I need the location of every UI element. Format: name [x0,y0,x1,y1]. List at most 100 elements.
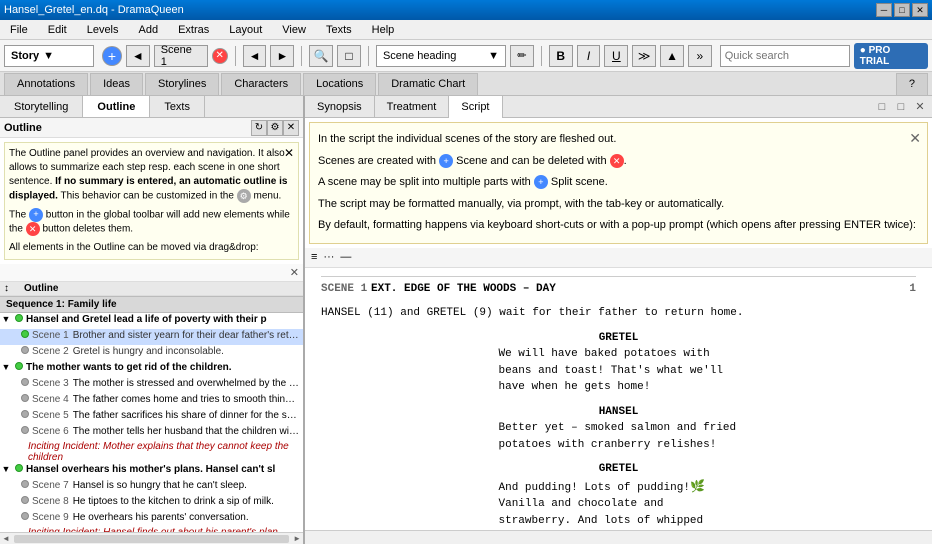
format-icon-dots[interactable]: ··· [323,251,334,263]
tab-storytelling[interactable]: Storytelling [0,96,83,117]
outline-col-headers: ↕ Outline [0,282,303,296]
scene-1-row[interactable]: Scene 1 Brother and sister yearn for the… [0,329,303,345]
scene-close-btn[interactable]: ✕ [212,48,228,64]
scroll-right-arrow[interactable]: ► [293,534,301,543]
tab-outline[interactable]: Outline [83,96,150,117]
right-panel: Synopsis Treatment Script □ □ ✕ ✕ In the… [305,96,932,544]
sequence-1-header: Sequence 1: Family life [0,296,303,313]
format-underline-btn[interactable]: U [604,45,628,67]
panel-expand-btn[interactable]: □ [893,99,909,115]
right-tab-treatment[interactable]: Treatment [375,96,450,118]
outline-refresh-btn[interactable]: ↻ [251,120,267,136]
tab-characters[interactable]: Characters [221,73,301,95]
tab-dramatic-chart[interactable]: Dramatic Chart [378,73,478,95]
tab-annotations[interactable]: Annotations [4,73,88,95]
info-close[interactable]: ✕ [284,145,294,162]
format-more-btn[interactable]: ≫ [632,45,656,67]
format-icon-list[interactable]: ≡ [311,251,317,263]
scene-2-label: Gretel is hungry and inconsolable. [73,346,303,357]
menu-add[interactable]: Add [133,22,165,38]
scene-4-row[interactable]: Scene 4 The father comes home and tries … [0,393,303,409]
scene-2-num: Scene 2 [32,346,69,357]
add-button[interactable]: + [102,46,122,66]
zoom-btn[interactable]: 🔍 [309,45,333,67]
format-bold-btn[interactable]: B [549,45,573,67]
tab-help[interactable]: ? [896,73,928,95]
arrow-left-btn[interactable]: ◄ [126,45,150,67]
menu-view[interactable]: View [276,22,312,38]
script-scene-num-left: Scene 1 [321,281,371,298]
scene-6-bullet [21,426,29,434]
toolbar-sep-3 [368,46,369,66]
step-2-bullet [15,362,23,370]
panel-tabs: Storytelling Outline Texts [0,96,303,118]
script-area[interactable]: Scene 1 EXT. EDGE OF THE WOODS – DAY 1 H… [305,268,932,530]
menu-file[interactable]: File [4,22,34,38]
panel-restore-btn[interactable]: □ [874,99,890,115]
right-tab-script[interactable]: Script [449,96,502,118]
remove-inline-icon: ✕ [26,222,40,236]
step-1-row[interactable]: ▼ Hansel and Gretel lead a life of pover… [0,313,303,329]
scene-5-row[interactable]: Scene 5 The father sacrifices his share … [0,409,303,425]
outline-settings-btn[interactable]: ⚙ [267,120,283,136]
menu-extras[interactable]: Extras [172,22,215,38]
help-line-3: Scenes are created with + Scene and can … [318,153,919,171]
format-italic-btn[interactable]: I [577,45,601,67]
menu-levels[interactable]: Levels [81,22,125,38]
help-popup-close[interactable]: ✕ [909,127,921,149]
maximize-button[interactable]: □ [894,3,910,17]
scene-3-row[interactable]: Scene 3 The mother is stressed and overw… [0,377,303,393]
story-label: Story [11,50,39,62]
scene-format-dropdown[interactable]: Scene heading ▼ [376,45,506,67]
menu-help[interactable]: Help [366,22,401,38]
quick-search-input[interactable] [720,45,850,67]
tab-locations[interactable]: Locations [303,73,376,95]
scroll-left-arrow[interactable]: ◄ [2,534,10,543]
nav-back-btn[interactable]: ◄ [243,45,267,67]
scene-8-num: Scene 8 [32,496,69,507]
scene-9-row[interactable]: Scene 9 He overhears his parents' conver… [0,511,303,527]
tab-ideas[interactable]: Ideas [90,73,143,95]
format-extra2[interactable]: » [688,45,712,67]
menu-layout[interactable]: Layout [223,22,268,38]
outline-bottom-scroll[interactable]: ◄ ► [0,532,303,544]
menu-edit[interactable]: Edit [42,22,73,38]
tab-texts[interactable]: Texts [150,96,205,117]
left-panel: Storytelling Outline Texts Outline ↻ ⚙ ✕… [0,96,305,544]
script-bottom-scrollbar[interactable] [305,530,932,544]
step-1-bullet [15,314,23,322]
outline-tree: Sequence 1: Family life ▼ Hansel and Gre… [0,296,303,532]
menu-texts[interactable]: Texts [320,22,358,38]
script-action-1: HANSEL (11) and GRETEL (9) wait for thei… [321,305,821,322]
info-text-2: The + button in the global toolbar will … [9,208,294,237]
scene-nav-item[interactable]: Scene 1 [154,45,208,67]
drag-close-btn[interactable]: ✕ [290,266,299,279]
format-extra1[interactable]: ▲ [660,45,684,67]
format-icon-dash[interactable]: — [340,251,351,263]
scene-8-row[interactable]: Scene 8 He tiptoes to the kitchen to dri… [0,495,303,511]
step-2-row[interactable]: ▼ The mother wants to get rid of the chi… [0,361,303,377]
outline-close-btn[interactable]: ✕ [283,120,299,136]
right-tab-synopsis[interactable]: Synopsis [305,96,375,118]
story-dropdown[interactable]: Story ▼ [4,45,94,67]
main-tabs-bar: Annotations Ideas Storylines Characters … [0,72,932,96]
scene-2-row[interactable]: Scene 2 Gretel is hungry and inconsolabl… [0,345,303,361]
scene-format-label: Scene heading [383,50,488,62]
close-button[interactable]: ✕ [912,3,928,17]
fullscreen-btn[interactable]: □ [337,45,361,67]
scene-6-label: The mother tells her husband that the ch… [73,426,303,437]
step-3-row[interactable]: ▼ Hansel overhears his mother's plans. H… [0,463,303,479]
scene-6-row[interactable]: Scene 6 The mother tells her husband tha… [0,425,303,441]
pencil-btn[interactable]: ✏ [510,45,534,67]
help-line-5: A scene may be split into multiple parts… [318,174,919,192]
scene-9-label: He overhears his parents' conversation. [73,512,303,523]
char-hansel-1: HANSEL [321,404,916,421]
minimize-button[interactable]: ─ [876,3,892,17]
scene-4-bullet [21,394,29,402]
panel-close-btn[interactable]: ✕ [912,99,928,115]
scene-7-row[interactable]: Scene 7 Hansel is so hungry that he can'… [0,479,303,495]
nav-fwd-btn[interactable]: ► [270,45,294,67]
step-2-arrow: ▼ [0,362,12,372]
tab-storylines[interactable]: Storylines [145,73,219,95]
scene-3-num: Scene 3 [32,378,69,389]
